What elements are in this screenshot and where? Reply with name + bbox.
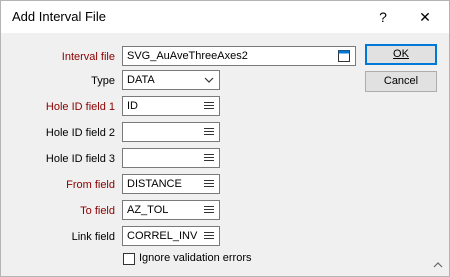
close-button[interactable]: ✕ — [405, 1, 445, 33]
field-picker-icon[interactable] — [204, 126, 214, 137]
link-field-input[interactable]: CORREL_INV — [122, 226, 220, 246]
interval-file-input[interactable]: SVG_AuAveThreeAxes2 — [122, 46, 356, 66]
cancel-button-label: Cancel — [383, 75, 419, 87]
ok-button[interactable]: OK — [365, 44, 437, 65]
to-field-label: To field — [80, 205, 115, 217]
help-button[interactable]: ? — [363, 1, 403, 33]
ok-button-label: OK — [393, 48, 409, 60]
field-picker-icon[interactable] — [204, 100, 214, 111]
hole-id-2-label: Hole ID field 2 — [45, 127, 115, 139]
link-field-value: CORREL_INV — [127, 230, 198, 242]
from-field-label: From field — [66, 179, 115, 191]
window-title: Add Interval File — [12, 9, 106, 24]
ignore-validation-label: Ignore validation errors — [139, 252, 252, 264]
field-picker-icon[interactable] — [204, 230, 214, 241]
add-interval-file-dialog: Add Interval File ? ✕ Interval file SVG_… — [0, 0, 450, 277]
chevron-up-icon[interactable] — [433, 261, 443, 268]
hole-id-1-value: ID — [127, 100, 138, 112]
type-select[interactable]: DATA — [122, 70, 220, 90]
type-value: DATA — [127, 74, 155, 86]
link-field-label: Link field — [71, 231, 115, 243]
type-label: Type — [91, 75, 115, 87]
to-field-input[interactable]: AZ_TOL — [122, 200, 220, 220]
hole-id-1-label: Hole ID field 1 — [45, 101, 115, 113]
to-field-value: AZ_TOL — [127, 204, 169, 216]
hole-id-2-input[interactable] — [122, 122, 220, 142]
field-picker-icon[interactable] — [204, 204, 214, 215]
interval-file-label: Interval file — [61, 51, 115, 63]
field-picker-icon[interactable] — [204, 152, 214, 163]
chevron-down-icon — [204, 77, 214, 83]
interval-file-value: SVG_AuAveThreeAxes2 — [127, 50, 248, 62]
file-browse-icon[interactable] — [338, 50, 350, 62]
cancel-button[interactable]: Cancel — [365, 71, 437, 92]
field-picker-icon[interactable] — [204, 178, 214, 189]
hole-id-3-input[interactable] — [122, 148, 220, 168]
from-field-value: DISTANCE — [127, 178, 182, 190]
hole-id-1-input[interactable]: ID — [122, 96, 220, 116]
title-bar: Add Interval File ? ✕ — [1, 1, 449, 33]
hole-id-3-label: Hole ID field 3 — [45, 153, 115, 165]
ignore-validation-checkbox[interactable] — [123, 253, 135, 265]
from-field-input[interactable]: DISTANCE — [122, 174, 220, 194]
